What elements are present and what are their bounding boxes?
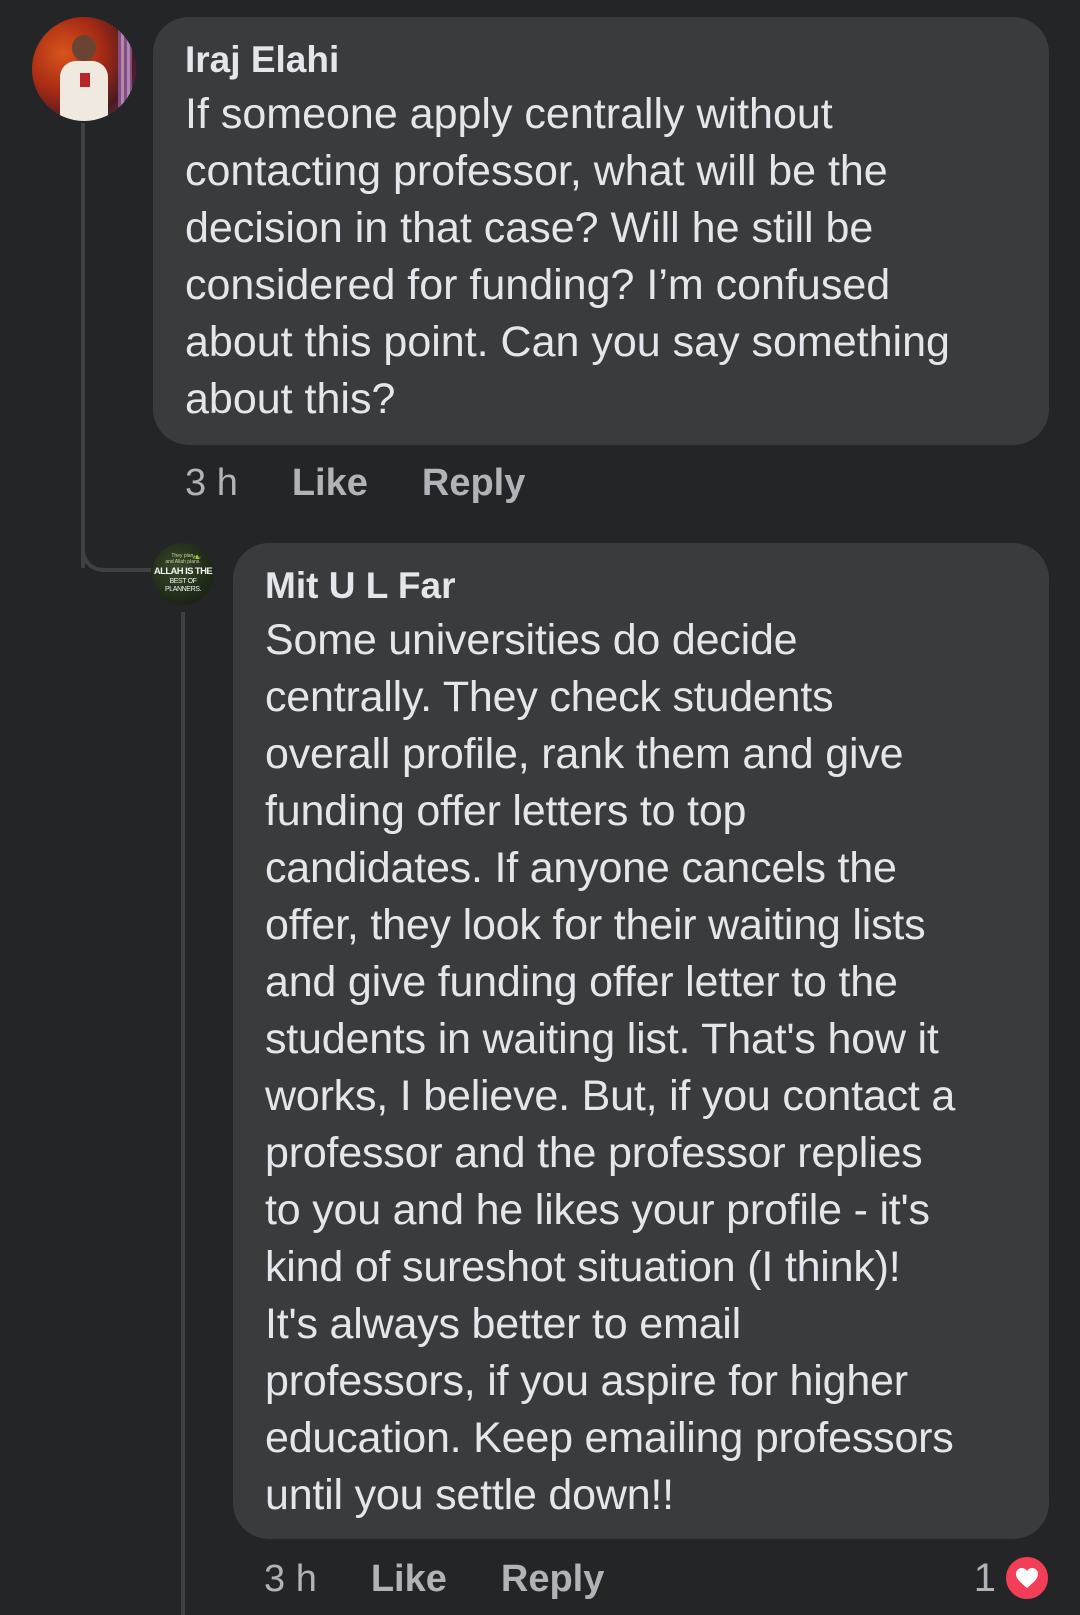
avatar-shirt-emblem — [80, 73, 90, 87]
comment-actions: 3 h Like Reply — [185, 462, 525, 505]
reply-bubble: Mit U L Far Some universities do decide … — [233, 543, 1049, 1539]
reply-actions: 3 h Like Reply — [264, 1558, 604, 1601]
leaf-icon: ❧ — [192, 552, 202, 564]
reply-author[interactable]: Mit U L Far — [265, 563, 1017, 609]
thread-reply-connector — [81, 520, 151, 572]
heart-icon — [1004, 1555, 1050, 1601]
avatar-background-decor — [118, 27, 132, 107]
avatar-main-text: ALLAH IS THE — [153, 566, 213, 577]
reaction-summary[interactable]: 1 — [974, 1555, 1050, 1601]
like-button[interactable]: Like — [371, 1558, 447, 1601]
comment-thread: Iraj Elahi If someone apply centrally wi… — [0, 0, 1080, 1615]
avatar-small-text: They plan, and Allah plans. — [165, 553, 201, 565]
thread-connector-line — [81, 123, 85, 568]
comment-author[interactable]: Iraj Elahi — [185, 37, 1017, 83]
comment-text: If someone apply centrally without conta… — [185, 90, 950, 423]
reply-button[interactable]: Reply — [422, 462, 525, 505]
reply-text: Some universities do decide centrally. T… — [265, 616, 956, 1519]
reply-thread-line — [181, 612, 185, 1615]
like-button[interactable]: Like — [292, 462, 368, 505]
reaction-count: 1 — [973, 1555, 996, 1600]
heart-icon-glyph — [1016, 1568, 1038, 1588]
comment-bubble: Iraj Elahi If someone apply centrally wi… — [153, 17, 1049, 445]
avatar-sub-text: BEST OF PLANNERS. — [164, 578, 202, 593]
comment-timestamp[interactable]: 3 h — [185, 462, 238, 505]
avatar-iraj-elahi[interactable] — [32, 17, 136, 121]
avatar-person-head — [72, 35, 96, 61]
avatar-person-body — [60, 61, 108, 121]
reply-button[interactable]: Reply — [501, 1558, 604, 1601]
reply-timestamp[interactable]: 3 h — [264, 1558, 317, 1601]
avatar-mit-u-l-far[interactable]: They plan, and Allah plans. ❧ ALLAH IS T… — [152, 543, 214, 605]
